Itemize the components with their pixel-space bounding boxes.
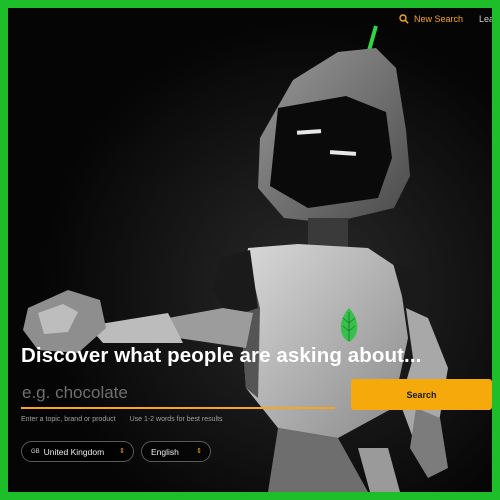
chevron-updown-icon: ⇕ <box>196 448 202 455</box>
app-frame: New Search Lea Discover what people are … <box>8 8 492 492</box>
hint-word-count: Use 1-2 words for best results <box>129 416 223 423</box>
chevron-updown-icon: ⇕ <box>119 448 125 455</box>
region-select[interactable]: GB United Kingdom ⇕ <box>21 441 134 462</box>
search-button[interactable]: Search <box>351 379 492 410</box>
language-select-label: English <box>151 446 179 457</box>
learn-link[interactable]: Lea <box>479 14 492 24</box>
new-search-label: New Search <box>413 14 463 24</box>
top-nav: New Search Lea <box>399 8 492 30</box>
new-search-link[interactable]: New Search <box>399 14 463 24</box>
search-row: Search <box>21 379 492 411</box>
search-input[interactable] <box>21 379 335 409</box>
search-icon <box>399 14 409 24</box>
language-select[interactable]: English ⇕ <box>141 441 211 462</box>
region-flag-code: GB <box>31 448 40 455</box>
hint-topic: Enter a topic, brand or product <box>21 416 116 423</box>
page-headline: Discover what people are asking about... <box>21 344 422 367</box>
region-select-label: United Kingdom <box>43 446 105 457</box>
search-hints: Enter a topic, brand or product Use 1-2 … <box>21 416 223 423</box>
search-options: GB United Kingdom ⇕ English ⇕ <box>21 441 211 462</box>
